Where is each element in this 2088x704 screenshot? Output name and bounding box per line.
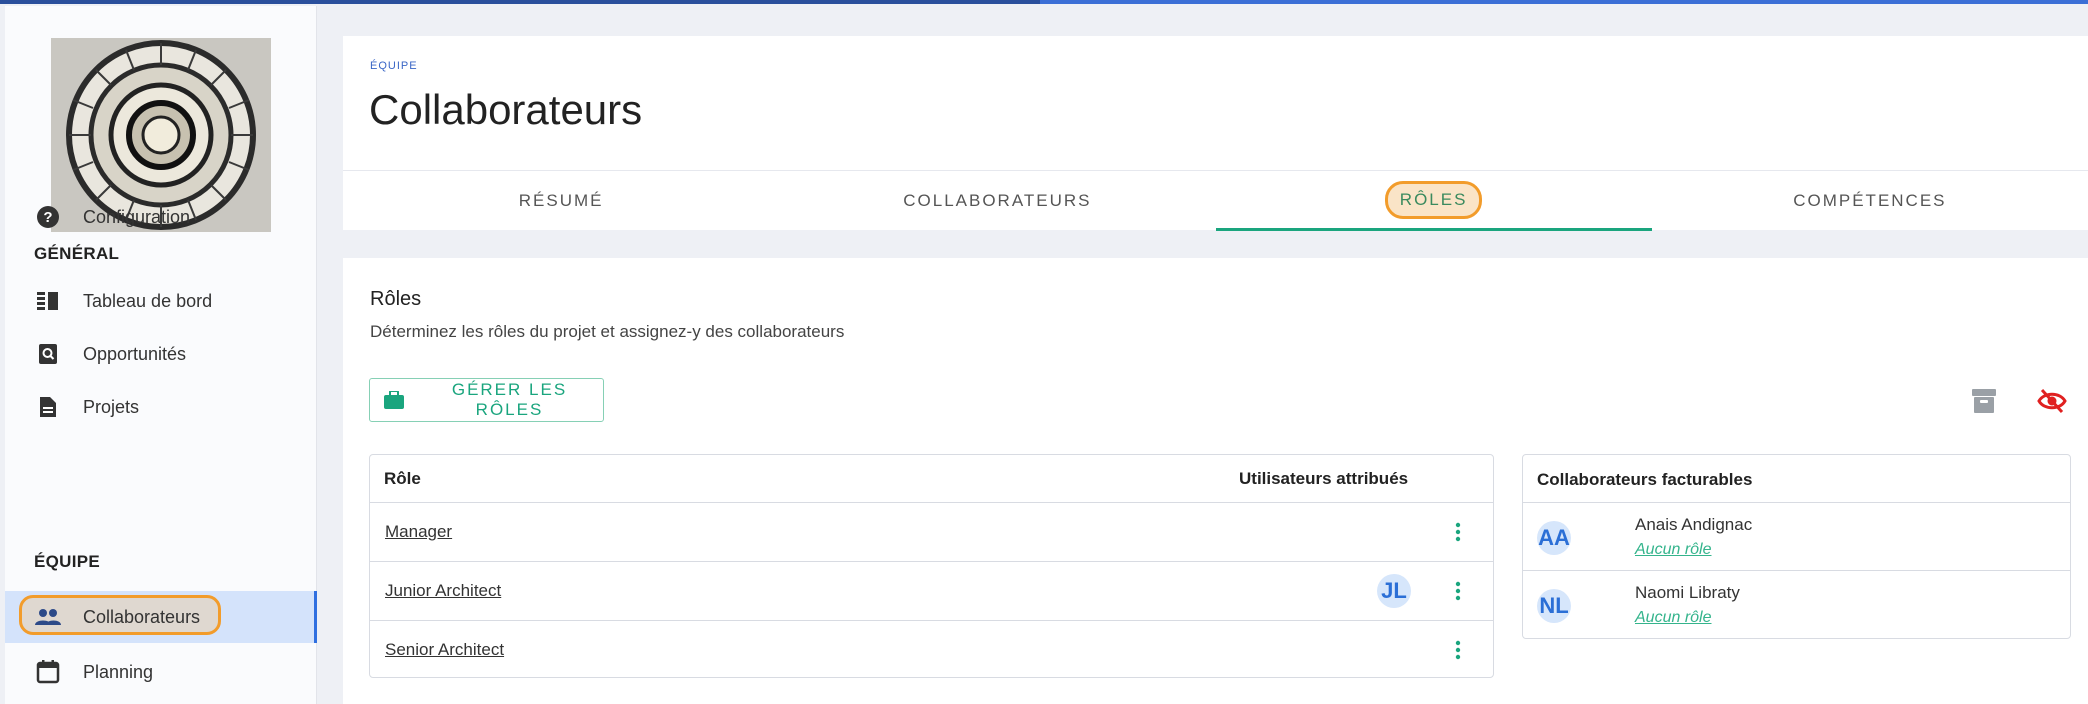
eye-off-icon[interactable] (2037, 386, 2067, 416)
sidebar-item-label: Projets (83, 396, 140, 417)
tab-summary[interactable]: RÉSUMÉ (343, 171, 779, 231)
toolbar-icons (1969, 386, 2067, 416)
column-header-users: Utilisateurs attribués (1239, 468, 1409, 488)
avatar[interactable]: JL (1377, 574, 1411, 608)
tab-label: COMPÉTENCES (1793, 191, 1947, 210)
sidebar-item-label: Configuration (83, 206, 191, 227)
sidebar-item-label: Collaborateurs (83, 606, 201, 627)
sidebar-item-collaborators[interactable]: Collaborateurs (5, 591, 317, 643)
breadcrumb: ÉQUIPE (370, 60, 418, 72)
table-row: Manager (370, 503, 1493, 562)
briefcase-icon (384, 390, 404, 409)
page-title: Collaborateurs (369, 86, 643, 133)
sidebar-item-label: Opportunités (83, 343, 187, 364)
sidebar-heading-team: ÉQUIPE (34, 552, 101, 571)
sidebar-heading-general: GÉNÉRAL (34, 244, 120, 263)
column-header-role: Rôle (384, 468, 421, 488)
section-description: Déterminez les rôles du projet et assign… (370, 322, 845, 341)
assign-role-link[interactable]: Aucun rôle (1635, 609, 1712, 627)
role-link-junior-architect[interactable]: Junior Architect (385, 581, 501, 601)
roles-table: Rôle Utilisateurs attribués Manager Juni… (369, 454, 1494, 678)
tab-collaborators[interactable]: COLLABORATEURS (779, 171, 1215, 231)
sidebar-item-label: Tableau de bord (83, 290, 213, 311)
help-circle-icon: ? (35, 204, 61, 230)
billable-collaborators-card: Collaborateurs facturables AA Anais Andi… (1522, 454, 2071, 639)
tab-label: COLLABORATEURS (903, 191, 1092, 210)
list-item: NL Naomi Libraty Aucun rôle (1523, 571, 2070, 638)
search-doc-icon (35, 341, 61, 367)
table-row: Senior Architect (370, 621, 1493, 680)
archive-icon[interactable] (1969, 386, 1999, 416)
tab-skills[interactable]: COMPÉTENCES (1652, 171, 2088, 231)
billable-title: Collaborateurs facturables (1523, 455, 2070, 503)
top-accent-bar (0, 0, 2088, 4)
assign-role-link[interactable]: Aucun rôle (1635, 541, 1712, 559)
more-vert-icon[interactable] (1448, 638, 1468, 662)
role-link-manager[interactable]: Manager (385, 522, 452, 542)
document-icon (35, 394, 61, 420)
avatar[interactable]: NL (1537, 589, 1571, 623)
sidebar-item-planning[interactable]: Planning (5, 647, 317, 697)
more-vert-icon[interactable] (1448, 579, 1468, 603)
list-item: AA Anais Andignac Aucun rôle (1523, 503, 2070, 571)
sidebar: ? Configuration GÉNÉRAL Tableau de bord … (5, 6, 317, 704)
svg-text:?: ? (43, 209, 52, 226)
collaborator-name: Anais Andignac (1635, 515, 1753, 534)
collaborator-name: Naomi Libraty (1635, 583, 1740, 602)
calendar-icon (35, 659, 61, 685)
dashboard-icon (35, 288, 61, 314)
people-icon (35, 604, 61, 630)
tab-bar: RÉSUMÉ COLLABORATEURS RÔLES COMPÉTENCES (343, 170, 2088, 231)
table-header: Rôle Utilisateurs attribués (370, 455, 1493, 503)
section-title: Rôles (370, 288, 422, 310)
sidebar-item-label: Planning (83, 661, 154, 682)
more-vert-icon[interactable] (1448, 520, 1468, 544)
sidebar-item-opportunities[interactable]: Opportunités (5, 329, 317, 379)
tab-roles[interactable]: RÔLES (1215, 171, 1652, 231)
sidebar-item-projects[interactable]: Projets (5, 382, 317, 432)
avatar[interactable]: AA (1537, 521, 1571, 555)
manage-roles-label: GÉRER LES RÔLES (451, 380, 568, 419)
tab-label: RÔLES (1384, 180, 1483, 219)
manage-roles-button[interactable]: GÉRER LES RÔLES (369, 378, 604, 422)
sidebar-item-dashboard[interactable]: Tableau de bord (5, 276, 317, 326)
page-header: ÉQUIPE Collaborateurs RÉSUMÉ COLLABORATE… (343, 36, 2088, 231)
roles-section: Rôles Déterminez les rôles du projet et … (343, 258, 2088, 704)
role-link-senior-architect[interactable]: Senior Architect (385, 640, 504, 660)
sidebar-item-configuration[interactable]: ? Configuration (5, 192, 317, 242)
tab-label: RÉSUMÉ (518, 191, 604, 210)
table-row: Junior Architect JL (370, 562, 1493, 621)
